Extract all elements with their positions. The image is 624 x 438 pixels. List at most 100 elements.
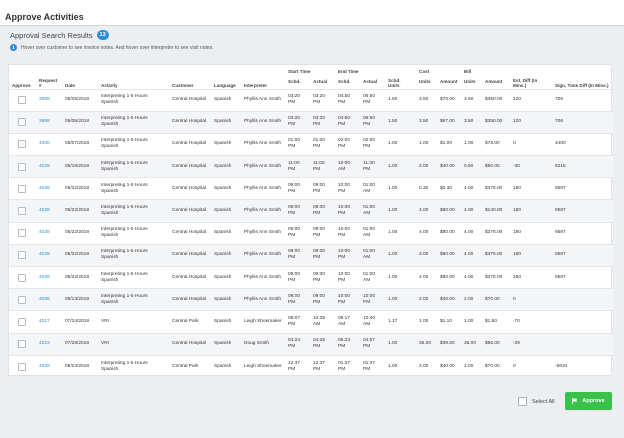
schd-units-cell: 1.00 xyxy=(385,155,417,178)
start-actual-cell: 09:00 PM xyxy=(310,288,336,311)
approve-cell xyxy=(9,288,36,311)
col-end-schd[interactable]: Schd. xyxy=(335,75,360,89)
cost-amount-cell: $40.00 xyxy=(437,354,462,378)
customer-cell[interactable]: Central Park xyxy=(169,354,211,378)
col-schd-units[interactable]: Schd. Units xyxy=(385,65,416,89)
schd-units-cell: 1.00 xyxy=(385,265,417,289)
select-all[interactable]: Select All xyxy=(518,397,555,406)
col-interpreter[interactable]: Interpreter xyxy=(241,65,285,89)
col-date[interactable]: Date xyxy=(62,65,98,89)
col-est-diff[interactable]: Est. Diff (In Mins.) xyxy=(510,65,552,89)
interpreter-cell[interactable]: Doug Smith xyxy=(241,332,285,356)
customer-cell[interactable]: Central Hospital xyxy=(169,177,211,200)
cost-amount-cell: $0.30 xyxy=(437,177,462,200)
interpreter-cell[interactable]: Leigh Shoemaker xyxy=(241,310,285,334)
language-cell: Spanish xyxy=(211,155,241,178)
col-cost-units[interactable]: Units xyxy=(416,75,437,89)
row-approve-checkbox[interactable] xyxy=(18,251,26,260)
customer-cell[interactable]: Central Hospital xyxy=(169,88,211,112)
request-cell[interactable]: 4000 xyxy=(36,132,62,156)
request-cell[interactable]: 4329 xyxy=(36,354,62,378)
request-cell[interactable]: 4026 xyxy=(36,155,62,178)
interpreter-cell[interactable]: Phyllis Ann Smith xyxy=(241,110,285,134)
row-approve-checkbox[interactable] xyxy=(18,295,26,304)
interpreter-cell[interactable]: Phyllis Ann Smith xyxy=(241,155,285,178)
approve-button[interactable]: Approve xyxy=(565,392,612,410)
customer-cell[interactable]: Central Park xyxy=(169,310,211,334)
cost-amount-cell: $38.50 xyxy=(437,332,462,356)
cost-units-cell: 4.00 xyxy=(416,199,438,223)
request-cell[interactable]: 4028 xyxy=(36,243,62,267)
schd-units-cell: 1.00 xyxy=(385,243,417,267)
col-start-schd[interactable]: Schd. xyxy=(285,75,310,89)
col-language[interactable]: Language xyxy=(211,65,241,89)
row-approve-checkbox[interactable] xyxy=(18,273,26,282)
customer-cell[interactable]: Central Hospital xyxy=(169,199,211,223)
interpreter-cell[interactable]: Phyllis Ann Smith xyxy=(241,221,285,245)
col-sign-diff[interactable]: Sign. Time Diff (In Mins.) xyxy=(552,65,613,89)
date-cell: 07/26/2018 xyxy=(62,332,98,356)
main-content: Approval Search Results 13 i Hover over … xyxy=(0,26,624,438)
customer-cell[interactable]: Central Hospital xyxy=(169,110,211,134)
est-diff-cell: -70 xyxy=(510,310,553,334)
cost-units-cell: 3.50 xyxy=(416,110,438,134)
bill-units-cell: 4.00 xyxy=(461,243,483,267)
interpreter-cell[interactable]: Phyllis Ann Smith xyxy=(241,265,285,289)
request-cell[interactable]: 3998 xyxy=(36,88,62,112)
request-cell[interactable]: 4028 xyxy=(36,177,62,200)
activity-cell: Interpreting 1-5 Hours Spanish xyxy=(98,243,169,267)
customer-cell[interactable]: Central Hospital xyxy=(169,243,211,267)
bill-units-cell: 0.50 xyxy=(461,155,483,178)
select-all-checkbox[interactable] xyxy=(518,397,527,406)
col-cost-amount[interactable]: Amount xyxy=(437,75,461,89)
end-schd-cell: 10:00 PM xyxy=(335,288,361,311)
interpreter-cell[interactable]: Phyllis Ann Smith xyxy=(241,288,285,311)
interpreter-cell[interactable]: Leigh Shoemaker xyxy=(241,354,285,378)
col-customer[interactable]: Customer xyxy=(169,65,211,89)
interpreter-cell[interactable]: Phyllis Ann Smith xyxy=(241,88,285,112)
row-approve-checkbox[interactable] xyxy=(18,184,26,193)
language-cell: Spanish xyxy=(211,332,241,356)
row-approve-checkbox[interactable] xyxy=(18,118,26,127)
interpreter-cell[interactable]: Phyllis Ann Smith xyxy=(241,132,285,156)
customer-cell[interactable]: Central Hospital xyxy=(169,155,211,178)
col-request[interactable]: Request # xyxy=(36,65,62,89)
cost-units-cell: 3.50 xyxy=(416,88,438,112)
request-cell[interactable]: 4028 xyxy=(36,199,62,223)
select-all-label: Select All xyxy=(532,398,555,405)
bill-amount-cell: $350.00 xyxy=(482,110,511,134)
customer-cell[interactable]: Central Hospital xyxy=(169,332,211,356)
customer-cell[interactable]: Central Hospital xyxy=(169,132,211,156)
request-cell[interactable]: 4028 xyxy=(36,221,62,245)
est-diff-cell: 180 xyxy=(510,221,553,245)
interpreter-cell[interactable]: Phyllis Ann Smith xyxy=(241,199,285,223)
row-approve-checkbox[interactable] xyxy=(18,317,26,326)
col-start-actual[interactable]: Actual xyxy=(310,75,335,89)
row-approve-checkbox[interactable] xyxy=(18,96,26,105)
request-cell[interactable]: 4096 xyxy=(36,288,62,311)
row-approve-checkbox[interactable] xyxy=(18,207,26,216)
col-activity[interactable]: Activity xyxy=(98,65,169,89)
col-bill-units[interactable]: Units xyxy=(461,75,482,89)
interpreter-cell[interactable]: Phyllis Ann Smith xyxy=(241,243,285,267)
row-approve-checkbox[interactable] xyxy=(18,362,26,371)
customer-cell[interactable]: Central Hospital xyxy=(169,288,211,311)
request-cell[interactable]: 4217 xyxy=(36,310,62,334)
row-approve-checkbox[interactable] xyxy=(18,162,26,171)
col-group-bill: Bill xyxy=(464,69,472,74)
request-cell[interactable]: 4028 xyxy=(36,265,62,289)
col-bill-amount[interactable]: Amount xyxy=(482,75,510,89)
end-actual-cell: 01:00 AM xyxy=(360,243,386,267)
end-schd-cell: 05:23 PM xyxy=(335,332,361,356)
est-diff-cell: 0 xyxy=(510,354,553,378)
customer-cell[interactable]: Central Hospital xyxy=(169,265,211,289)
request-cell[interactable]: 4223 xyxy=(36,332,62,356)
request-cell[interactable]: 3998 xyxy=(36,110,62,134)
date-cell: 05/19/2018 xyxy=(62,155,98,178)
row-approve-checkbox[interactable] xyxy=(18,229,26,238)
interpreter-cell[interactable]: Phyllis Ann Smith xyxy=(241,177,285,200)
row-approve-checkbox[interactable] xyxy=(18,140,26,149)
customer-cell[interactable]: Central Hospital xyxy=(169,221,211,245)
row-approve-checkbox[interactable] xyxy=(18,340,26,349)
col-end-actual[interactable]: Actual xyxy=(360,75,385,89)
